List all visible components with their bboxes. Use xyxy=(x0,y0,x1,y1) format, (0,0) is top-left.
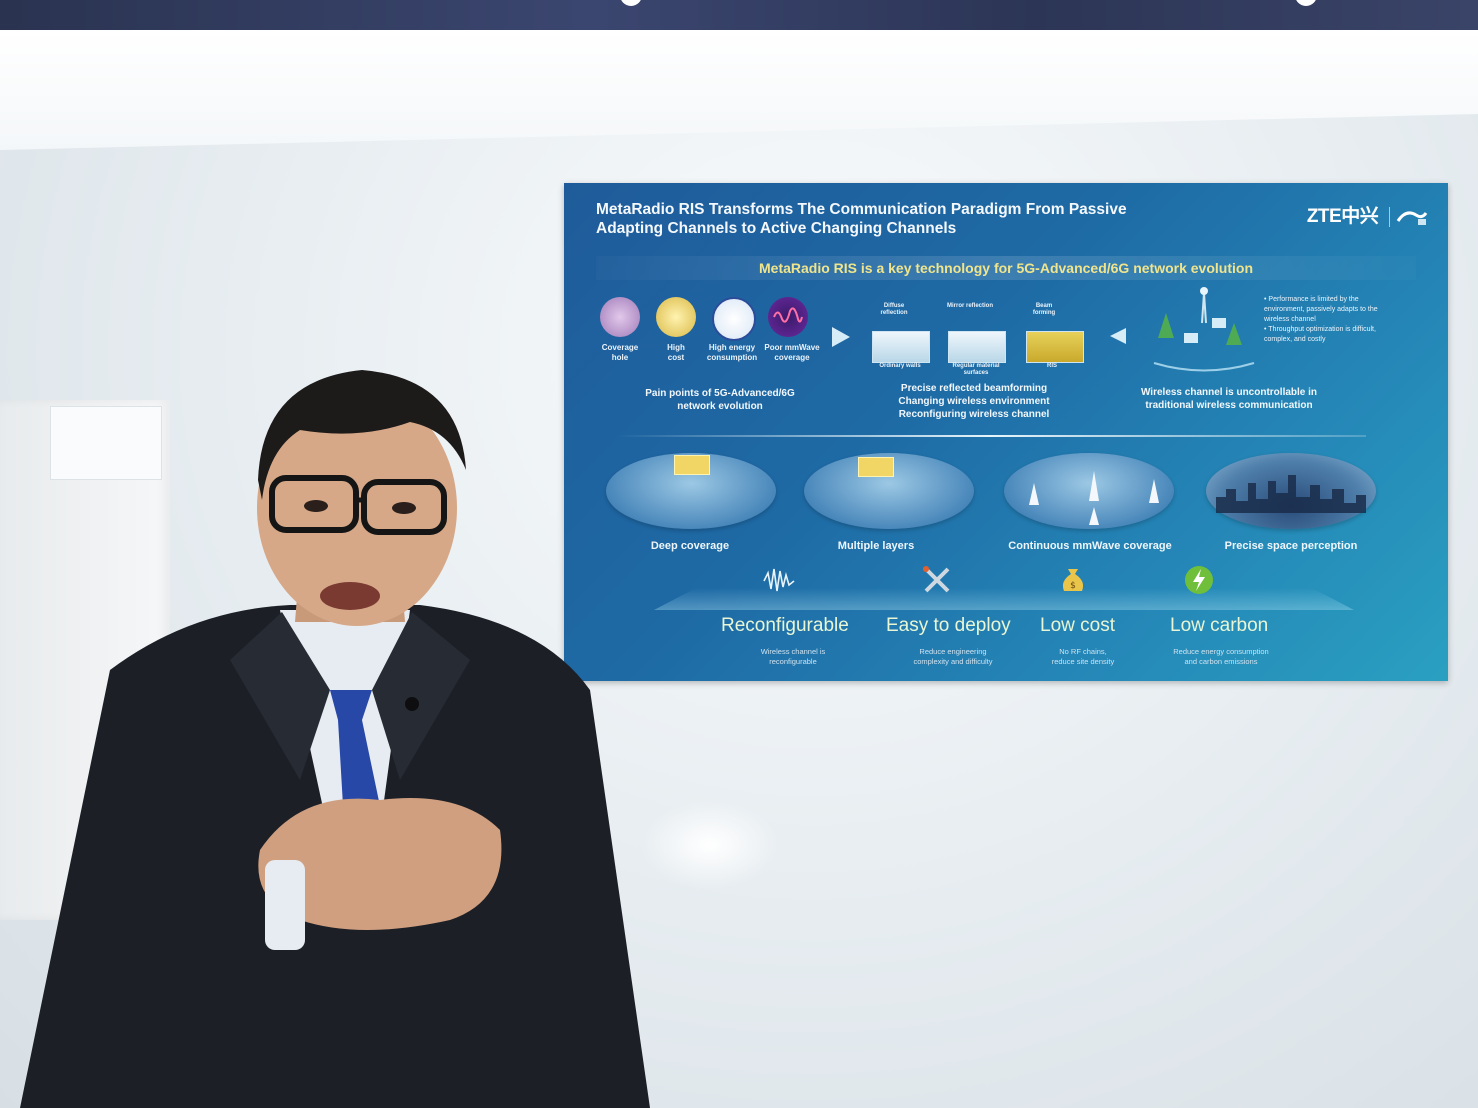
mmwave-coverage-illustration xyxy=(1004,453,1174,529)
feature-title: Easy to deploy xyxy=(886,615,1011,636)
wireless-scene-illustration xyxy=(1153,287,1255,372)
regular-material-surface xyxy=(948,331,1006,363)
surface-sub-label: Regular material surfaces xyxy=(952,363,1000,376)
svg-text:$: $ xyxy=(1070,581,1076,591)
feature-desc: No RF chains, reduce site density xyxy=(1051,647,1115,666)
ris-caption: Precise reflected beamforming Changing wi… xyxy=(898,383,1050,420)
section-divider xyxy=(616,435,1366,437)
pain-label: High energy consumption xyxy=(706,343,758,362)
space-perception-illustration xyxy=(1206,453,1376,529)
slide-title-line: MetaRadio RIS Transforms The Communicati… xyxy=(596,201,1127,218)
zte-logo: ZTE中兴 xyxy=(1307,201,1430,228)
uncontrollable-caption: Wireless channel is uncontrollable in tra… xyxy=(1140,387,1318,411)
arrow-right-icon xyxy=(832,327,850,347)
slide-title: MetaRadio RIS Transforms The Communicati… xyxy=(596,200,1236,238)
energy-bolt-icon xyxy=(1185,566,1213,594)
ceiling-light xyxy=(620,0,642,6)
scenario-label: Multiple layers xyxy=(837,540,915,552)
waveform-icon xyxy=(763,568,795,592)
feature-desc: Reduce engineering complexity and difficu… xyxy=(913,647,993,666)
surface-sub-label: RIS xyxy=(1046,363,1057,369)
brand-text: ZTE中兴 xyxy=(1306,206,1379,227)
feature-platform xyxy=(654,588,1354,610)
limitation-bullets: • Performance is limited by the environm… xyxy=(1264,295,1394,345)
pain-label: Poor mmWave coverage xyxy=(764,343,820,362)
arrow-left-icon xyxy=(1110,328,1126,344)
surface-label: Mirror reflection xyxy=(946,303,993,309)
feature-title: Low cost xyxy=(1040,615,1115,636)
high-cost-icon xyxy=(656,297,696,337)
surface-label: Beam forming xyxy=(1032,303,1056,316)
brand-mark-icon xyxy=(1389,206,1430,227)
surface-label: Diffuse reflection xyxy=(880,303,908,316)
feature-title: Reconfigurable xyxy=(721,615,849,636)
ordinary-wall-surface xyxy=(872,331,930,363)
bullet-item: • Throughput optimization is difficult, … xyxy=(1264,326,1376,343)
multiple-layers-illustration xyxy=(804,453,974,529)
scenario-label: Precise space perception xyxy=(1224,540,1358,552)
coverage-hole-icon xyxy=(600,297,640,337)
pain-points-group: Coverage hole High cost High energy consump… xyxy=(592,297,822,367)
ris-surface xyxy=(1026,331,1084,363)
ceiling-light xyxy=(1295,0,1317,6)
poor-mmwave-icon xyxy=(768,297,808,337)
top-light-bar xyxy=(0,0,1478,30)
lapel-mic-icon xyxy=(405,697,419,711)
presenter xyxy=(20,370,650,1108)
feature-desc: Wireless channel is reconfigurable xyxy=(760,647,826,666)
tools-icon xyxy=(923,566,950,593)
feature-desc: Reduce energy consumption and carbon emis… xyxy=(1173,647,1269,666)
money-bag-icon: $ xyxy=(1062,569,1084,591)
high-energy-icon xyxy=(712,297,756,341)
scenario-label: Continuous mmWave coverage xyxy=(1008,540,1172,552)
slide-subtitle: MetaRadio RIS is a key technology for 5G… xyxy=(596,256,1416,280)
ris-panel xyxy=(858,457,894,477)
feature-title: Low carbon xyxy=(1170,615,1269,636)
slide-title-line: Adapting Channels to Active Changing Cha… xyxy=(596,220,957,237)
surface-sub-label: Ordinary walls xyxy=(879,363,921,369)
bullet-item: • Performance is limited by the environm… xyxy=(1264,296,1378,323)
